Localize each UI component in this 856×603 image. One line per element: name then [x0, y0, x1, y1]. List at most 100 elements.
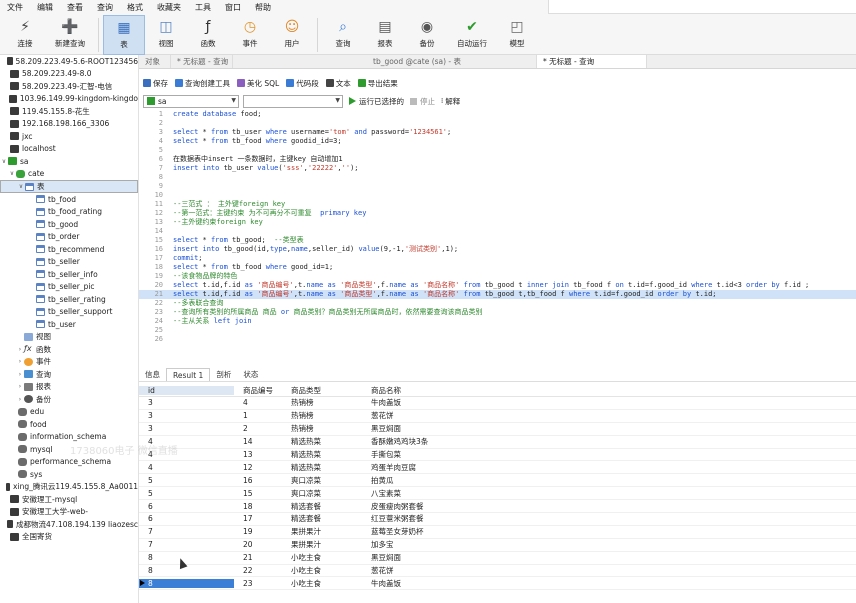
tree-node[interactable]: › 备份: [0, 393, 138, 406]
tree-node[interactable]: › 查询: [0, 368, 138, 381]
table-cell[interactable]: 鸡蛋羊肉豆腐: [362, 462, 482, 473]
column-header[interactable]: 商品名称: [362, 385, 482, 396]
expand-arrow-icon[interactable]: ∨: [17, 183, 25, 190]
column-header[interactable]: id: [139, 386, 234, 395]
tree-node[interactable]: 192.168.198.166_3306: [0, 118, 138, 131]
table-cell[interactable]: 牛肉盖饭: [362, 578, 482, 589]
tree-node[interactable]: xing_腾讯云119.45.155.8_Aa0011: [0, 481, 138, 494]
tree-node[interactable]: 安徽理工-mysql: [0, 493, 138, 506]
tree-node[interactable]: tb_food_rating: [0, 206, 138, 219]
tree-node[interactable]: tb_user: [0, 318, 138, 331]
table-row[interactable]: 4 14 精选热菜 香酥嫩鸡鸡块3条: [139, 436, 856, 449]
table-cell[interactable]: 精选热菜: [282, 436, 362, 447]
table-cell[interactable]: 18: [234, 502, 282, 511]
toolbar-button[interactable]: ◫ 视图: [145, 15, 187, 55]
toolbar-button[interactable]: ⌕ 查询: [322, 15, 364, 55]
table-row[interactable]: 4 12 精选热菜 鸡蛋羊肉豆腐: [139, 461, 856, 475]
database-select[interactable]: ▼: [243, 94, 343, 108]
table-cell[interactable]: 小吃主食: [282, 552, 362, 563]
table-cell[interactable]: 7: [139, 540, 234, 549]
tree-node[interactable]: › ƒx 函数: [0, 343, 138, 356]
query-toolbar-button[interactable]: 文本: [325, 78, 351, 89]
expand-arrow-icon[interactable]: ∨: [0, 158, 8, 165]
table-row[interactable]: 5 15 爽口凉菜 八宝素菜: [139, 487, 856, 501]
document-tab[interactable]: 对象: [139, 55, 171, 68]
table-cell[interactable]: 23: [234, 579, 282, 588]
table-row[interactable]: 6 17 精选套餐 红豆薏米粥套餐: [139, 513, 856, 526]
query-toolbar-button[interactable]: 美化 SQL: [237, 78, 279, 89]
table-cell[interactable]: 8: [139, 553, 234, 562]
toolbar-button[interactable]: ☺ 用户: [271, 15, 313, 55]
tree-node[interactable]: sys: [0, 468, 138, 481]
toolbar-button[interactable]: ▦ 表: [103, 15, 145, 55]
table-cell[interactable]: 6: [139, 514, 234, 523]
table-cell[interactable]: 黑豆焖面: [362, 552, 482, 563]
tree-node[interactable]: 119.45.155.8-花生: [0, 105, 138, 118]
table-cell[interactable]: 热销榜: [282, 397, 362, 408]
menu-item[interactable]: 收藏夹: [150, 2, 188, 13]
explain-button[interactable]: ⁞ 解释: [441, 96, 460, 107]
menu-item[interactable]: 帮助: [248, 2, 278, 13]
tree-node[interactable]: 58.209.223.49-8.0: [0, 68, 138, 81]
tree-node[interactable]: 安徽理工大学-web-: [0, 506, 138, 519]
run-selected-button[interactable]: 运行已选择的: [349, 96, 404, 107]
stop-button[interactable]: 停止: [410, 96, 435, 107]
tree-node[interactable]: tb_seller_rating: [0, 293, 138, 306]
table-cell[interactable]: 8: [139, 566, 234, 575]
table-row[interactable]: 3 4 热销榜 牛肉盖饭: [139, 397, 856, 410]
query-toolbar-button[interactable]: 代码段: [286, 78, 319, 89]
table-cell[interactable]: 果拼果汁: [282, 539, 362, 550]
result-tab[interactable]: 状态: [237, 368, 264, 381]
table-cell[interactable]: 3: [139, 398, 234, 407]
table-cell[interactable]: 21: [234, 553, 282, 562]
table-cell[interactable]: 15: [234, 489, 282, 498]
toolbar-button[interactable]: ▤ 报表: [364, 15, 406, 55]
result-tab[interactable]: Result 1: [166, 368, 211, 381]
toolbar-button[interactable]: ➕ 新建查询: [46, 15, 94, 55]
tree-node[interactable]: 103.96.149.99-kingdom-kingdo: [0, 93, 138, 106]
table-cell[interactable]: 加多宝: [362, 539, 482, 550]
connection-select[interactable]: sa ▼: [143, 94, 239, 108]
tree-node[interactable]: › 事件: [0, 356, 138, 369]
tree-node[interactable]: tb_seller: [0, 256, 138, 269]
table-cell[interactable]: 20: [234, 540, 282, 549]
document-tab[interactable]: * 无标题 - 查询: [537, 55, 647, 68]
table-cell[interactable]: 5: [139, 489, 234, 498]
table-cell[interactable]: 拍黄瓜: [362, 475, 482, 486]
query-toolbar-button[interactable]: 导出结果: [357, 78, 398, 89]
sql-editor[interactable]: 1 create database food; 2 3 select * from tb…: [139, 110, 856, 362]
table-cell[interactable]: 黑豆焖面: [362, 423, 482, 434]
toolbar-button[interactable]: ⚡ 连接: [4, 15, 46, 55]
tree-node[interactable]: 全国寄货: [0, 531, 138, 544]
table-cell[interactable]: 1: [234, 411, 282, 420]
toolbar-button[interactable]: ƒ 函数: [187, 15, 229, 55]
table-cell[interactable]: 19: [234, 527, 282, 536]
table-row[interactable]: 3 2 热销榜 黑豆焖面: [139, 423, 856, 436]
query-toolbar-button[interactable]: 保存: [143, 78, 168, 89]
table-row[interactable]: 7 19 果拼果汁 蓝莓圣女芽奶杯: [139, 526, 856, 539]
column-header[interactable]: 商品编号: [234, 385, 282, 396]
table-cell[interactable]: 皮蛋瘦肉粥套餐: [362, 501, 482, 512]
table-cell[interactable]: 17: [234, 514, 282, 523]
table-cell[interactable]: 果拼果汁: [282, 526, 362, 537]
tree-node[interactable]: tb_good: [0, 218, 138, 231]
toolbar-button[interactable]: ◉ 备份: [406, 15, 448, 55]
table-cell[interactable]: 热销榜: [282, 423, 362, 434]
table-cell[interactable]: 葱花饼: [362, 565, 482, 576]
table-cell[interactable]: 13: [234, 450, 282, 459]
table-cell[interactable]: 精选套餐: [282, 501, 362, 512]
menu-item[interactable]: 编辑: [30, 2, 60, 13]
table-cell[interactable]: 7: [139, 527, 234, 536]
table-cell[interactable]: 香酥嫩鸡鸡块3条: [362, 436, 482, 447]
toolbar-button[interactable]: ◷ 事件: [229, 15, 271, 55]
result-tab[interactable]: 剖析: [210, 368, 237, 381]
table-row[interactable]: 5 16 爽口凉菜 拍黄瓜: [139, 474, 856, 488]
table-cell[interactable]: 16: [234, 476, 282, 485]
expand-arrow-icon[interactable]: ›: [16, 371, 24, 378]
table-cell[interactable]: 5: [139, 476, 234, 485]
table-cell[interactable]: 精选热菜: [282, 462, 362, 473]
tree-node[interactable]: 视图: [0, 331, 138, 344]
tree-node[interactable]: tb_seller_support: [0, 306, 138, 319]
tree-node[interactable]: 成都物流47.108.194.139 liaozesc: [0, 518, 138, 531]
table-row[interactable]: 8 22 小吃主食 葱花饼: [139, 565, 856, 578]
